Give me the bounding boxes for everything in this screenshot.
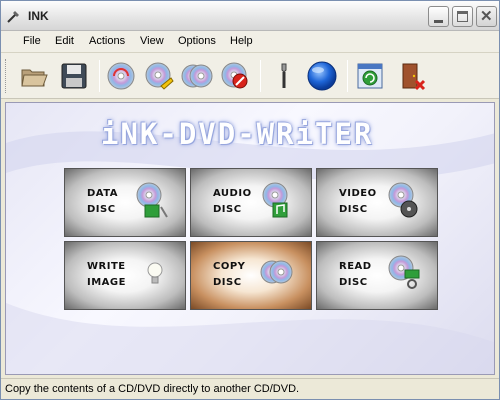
video-disc-tile[interactable]: VIDEO DISC: [316, 168, 438, 237]
main-panel: iNK-DVD-WRiTER DATA DISC AUDIO DISC VIDEO D…: [5, 102, 495, 375]
orb-button[interactable]: [304, 58, 340, 94]
status-bar: Copy the contents of a CD/DVD directly t…: [1, 378, 499, 399]
burn-disc-button[interactable]: [103, 58, 139, 94]
blue-orb-icon: [307, 61, 337, 91]
open-folder-icon: [21, 69, 48, 87]
menu-help[interactable]: Help: [230, 35, 253, 47]
write-image-tile[interactable]: WRITE IMAGE: [64, 241, 186, 310]
menu-edit[interactable]: Edit: [55, 35, 74, 47]
app-icon: [7, 11, 19, 23]
brand-banner: iNK-DVD-WRiTER: [101, 117, 374, 151]
window-title: INK: [28, 9, 49, 23]
settings-button[interactable]: [266, 58, 302, 94]
maximize-button[interactable]: [452, 6, 473, 27]
toolbar-separator: [260, 60, 261, 92]
title-bar[interactable]: INK ✕: [1, 1, 499, 31]
erase-disc-button[interactable]: [217, 58, 253, 94]
tile-label: DATA DISC: [87, 188, 119, 215]
menu-options[interactable]: Options: [178, 35, 216, 47]
burn-disc-icon: [107, 62, 135, 90]
copy-disc-tile[interactable]: COPY DISC: [190, 241, 312, 310]
open-button[interactable]: [16, 58, 52, 94]
refresh-button[interactable]: [352, 58, 388, 94]
minimize-button[interactable]: [428, 6, 449, 27]
wrench-settings-icon: [281, 63, 287, 88]
audio-disc-tile[interactable]: AUDIO DISC: [190, 168, 312, 237]
tile-label: COPY DISC: [213, 261, 246, 288]
data-disc-tile[interactable]: DATA DISC: [64, 168, 186, 237]
data-disc-icon: [136, 182, 168, 218]
erase-disc-icon: [221, 62, 248, 89]
maximize-icon: [457, 11, 468, 22]
toolbar: [1, 53, 499, 99]
copy-disc-icon: [260, 260, 293, 284]
toolbar-separator: [347, 60, 348, 92]
exit-button[interactable]: [393, 58, 429, 94]
menu-bar: File Edit Actions View Options Help: [1, 31, 499, 53]
status-text: Copy the contents of a CD/DVD directly t…: [5, 383, 300, 395]
audio-disc-icon: [262, 182, 288, 218]
tile-label: WRITE IMAGE: [87, 261, 126, 288]
save-disk-icon: [61, 63, 87, 89]
menu-file[interactable]: File: [23, 35, 41, 47]
video-disc-icon: [388, 182, 418, 218]
disc-edit-icon: [145, 62, 174, 90]
toolbar-separator: [99, 60, 100, 92]
toolbar-grip[interactable]: [5, 59, 8, 93]
main-window: INK ✕ File Edit Actions View Options Hel…: [0, 0, 500, 400]
tile-label: AUDIO DISC: [213, 188, 252, 215]
exit-door-icon: [402, 63, 426, 91]
menu-actions[interactable]: Actions: [89, 35, 125, 47]
copy-disc-icon: [181, 64, 213, 88]
tile-label: VIDEO DISC: [339, 188, 377, 215]
read-disc-icon: [388, 255, 420, 289]
save-button[interactable]: [56, 58, 92, 94]
refresh-window-icon: [357, 63, 383, 89]
close-button[interactable]: ✕: [476, 6, 497, 27]
menu-view[interactable]: View: [140, 35, 164, 47]
read-disc-tile[interactable]: READ DISC: [316, 241, 438, 310]
disc-edit-button[interactable]: [141, 58, 177, 94]
lightbulb-icon: [147, 262, 163, 284]
close-icon: ✕: [480, 8, 493, 25]
minimize-icon: [434, 20, 443, 23]
copy-disc-button[interactable]: [179, 58, 215, 94]
tile-label: READ DISC: [339, 261, 372, 288]
